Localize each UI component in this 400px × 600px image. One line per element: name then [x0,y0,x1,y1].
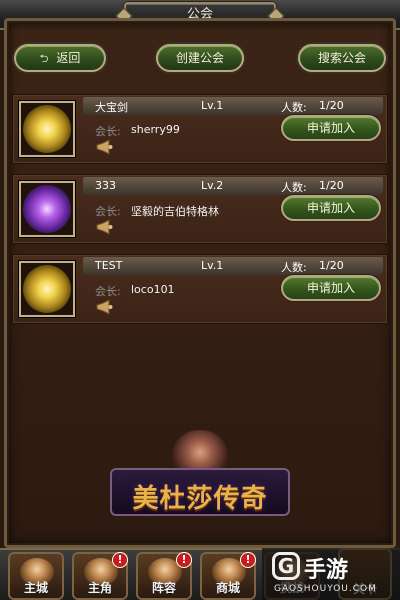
guild-card-2: 333 Lv.2 人数: 1/20 会长: 坚毅的吉伯特格林 申请加入 [12,174,388,244]
member-count: 1/20 [319,259,344,272]
gold-emblem-glow [23,105,71,153]
nav-item-shop[interactable]: 商城 ! [200,552,256,600]
leader-label: 会长: [95,205,121,218]
apply-join-button[interactable]: 申请加入 [281,195,381,221]
horn-icon [96,219,113,235]
purple-emblem-glow [23,185,71,233]
back-button-label: 返回 [56,51,81,65]
member-count-label: 人数: [281,261,307,274]
guild-emblem-icon [19,261,75,317]
search-guild-button-label: 搜索公会 [317,51,366,65]
create-guild-button-label: 创建公会 [175,51,224,65]
nav-item-lineup[interactable]: 阵容 ! [136,552,192,600]
leader-name: 坚毅的吉伯特格林 [131,205,219,218]
nav-label: 商城 [215,581,240,595]
guild-name: 333 [95,179,116,192]
create-guild-button[interactable]: 创建公会 [156,44,244,72]
nav-item-hero[interactable]: 主角 ! [72,552,128,600]
leader-name: loco101 [131,283,175,296]
guild-emblem-icon [19,101,75,157]
logo-text: 美杜莎传奇 [132,484,268,514]
member-count: 1/20 [319,179,344,192]
apply-join-button[interactable]: 申请加入 [281,275,381,301]
nav-label: 阵容 [151,581,176,595]
guild-card-1: 大宝剑 Lv.1 人数: 1/20 会长: sherry99 申请加入 [12,94,388,164]
leader-label: 会长: [95,125,121,138]
apply-join-button[interactable]: 申请加入 [281,115,381,141]
alert-badge: ! [240,552,256,568]
watermark-domain: GAOSHOUYOU.COM [274,584,377,594]
leader-name: sherry99 [131,123,180,136]
nav-label: 主城 [23,581,48,595]
guild-name: TEST [95,259,123,272]
gold-emblem-glow [23,265,71,313]
alert-badge: ! [112,552,128,568]
guild-level: Lv.1 [201,259,224,272]
guild-card-3: TEST Lv.1 人数: 1/20 会长: loco101 申请加入 [12,254,388,324]
guild-level: Lv.2 [201,179,224,192]
guild-screen: 公会 ⮌ 返回 创建公会 搜索公会 大宝剑 Lv.1 人数: 1/20 会长: … [0,0,400,600]
guild-emblem-icon [19,181,75,237]
game-logo: 美杜莎传奇 [110,430,290,520]
watermark: G 手游 GAOSHOUYOU.COM [262,548,400,600]
back-button[interactable]: ⮌ 返回 [14,44,106,72]
g-logo-icon: G [272,552,300,580]
nav-item-main-city[interactable]: 主城 [8,552,64,600]
nav-label: 主角 [87,581,112,595]
search-guild-button[interactable]: 搜索公会 [298,44,386,72]
member-count-label: 人数: [281,181,307,194]
member-count: 1/20 [319,99,344,112]
horn-icon [96,139,113,155]
guild-level: Lv.1 [201,99,224,112]
horn-icon [96,299,113,315]
leader-label: 会长: [95,285,121,298]
member-count-label: 人数: [281,101,307,114]
watermark-brand: 手游 [304,558,349,583]
alert-badge: ! [176,552,192,568]
back-arrow-icon: ⮌ [39,52,49,65]
guild-name: 大宝剑 [95,101,128,114]
